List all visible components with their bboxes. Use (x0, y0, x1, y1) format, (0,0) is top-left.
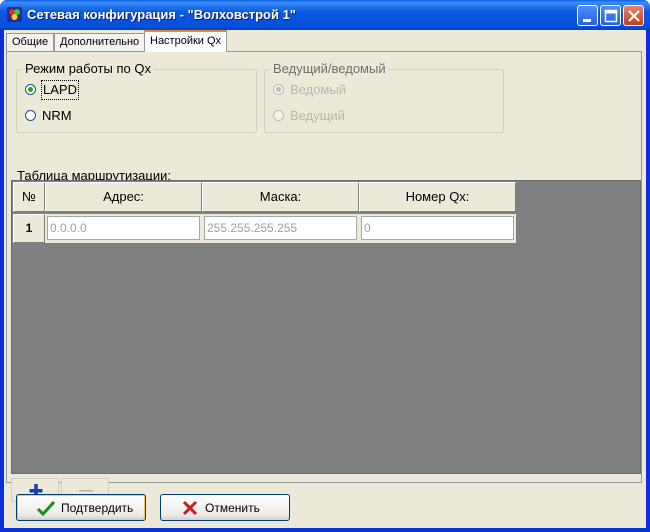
tab-qx-settings[interactable]: Настройки Qx (144, 30, 228, 52)
column-header-mask[interactable]: Маска: (202, 182, 359, 212)
tab-strip: Общие Дополнительно Настройки Qx (4, 30, 646, 52)
master-slave-group: Ведущий/ведомый Ведомый Ведущий (264, 61, 504, 133)
close-button[interactable] (623, 5, 644, 26)
tab-panel: Режим работы по Qx LAPD NRM Ведущий/ведо… (6, 51, 642, 502)
window-title: Сетевая конфигурация - "Волховстрой 1" (27, 7, 296, 22)
row-number[interactable]: 1 (13, 214, 45, 243)
radio-lapd-label: LAPD (41, 80, 79, 100)
table-cell: 255.255.255.255 (202, 214, 359, 243)
cancel-label: Отменить (205, 501, 260, 515)
address-field[interactable]: 0.0.0.0 (47, 216, 200, 240)
checkmark-icon (37, 500, 55, 516)
radio-nrm-label: NRM (42, 108, 72, 123)
column-header-number[interactable]: № (13, 182, 45, 212)
client-area: Общие Дополнительно Настройки Qx Режим р… (4, 30, 646, 528)
table-cell: 0.0.0.0 (45, 214, 202, 243)
table-cell: 0 (359, 214, 516, 243)
column-header-qx-number[interactable]: Номер Qx: (359, 182, 516, 212)
radio-master-label: Ведущий (290, 108, 345, 123)
maximize-button[interactable] (600, 5, 621, 26)
routing-table[interactable]: № Адрес: Маска: Номер Qx: 1 0.0.0.0 255.… (11, 180, 641, 474)
tab-additional[interactable]: Дополнительно (54, 33, 146, 51)
qx-mode-title: Режим работы по Qx (23, 61, 153, 76)
qx-number-field[interactable]: 0 (361, 216, 514, 240)
radio-button[interactable] (25, 84, 36, 95)
title-bar[interactable]: Сетевая конфигурация - "Волховстрой 1" (0, 0, 650, 30)
main-window: Сетевая конфигурация - "Волховстрой 1" О… (0, 0, 650, 532)
confirm-label: Подтвердить (61, 501, 134, 515)
radio-button[interactable] (273, 84, 284, 95)
mask-field[interactable]: 255.255.255.255 (204, 216, 357, 240)
radio-slave-label: Ведомый (290, 82, 346, 97)
cancel-button[interactable]: Отменить (160, 494, 290, 521)
tab-general[interactable]: Общие (6, 33, 55, 51)
column-header-address[interactable]: Адрес: (45, 182, 202, 212)
qx-mode-group: Режим работы по Qx LAPD NRM (16, 61, 257, 133)
x-icon (182, 500, 198, 516)
radio-button[interactable] (25, 110, 36, 121)
minimize-button[interactable] (577, 5, 598, 26)
radio-button[interactable] (273, 110, 284, 121)
confirm-button[interactable]: Подтвердить (16, 494, 146, 521)
app-icon (6, 6, 23, 23)
master-slave-title: Ведущий/ведомый (271, 61, 388, 76)
